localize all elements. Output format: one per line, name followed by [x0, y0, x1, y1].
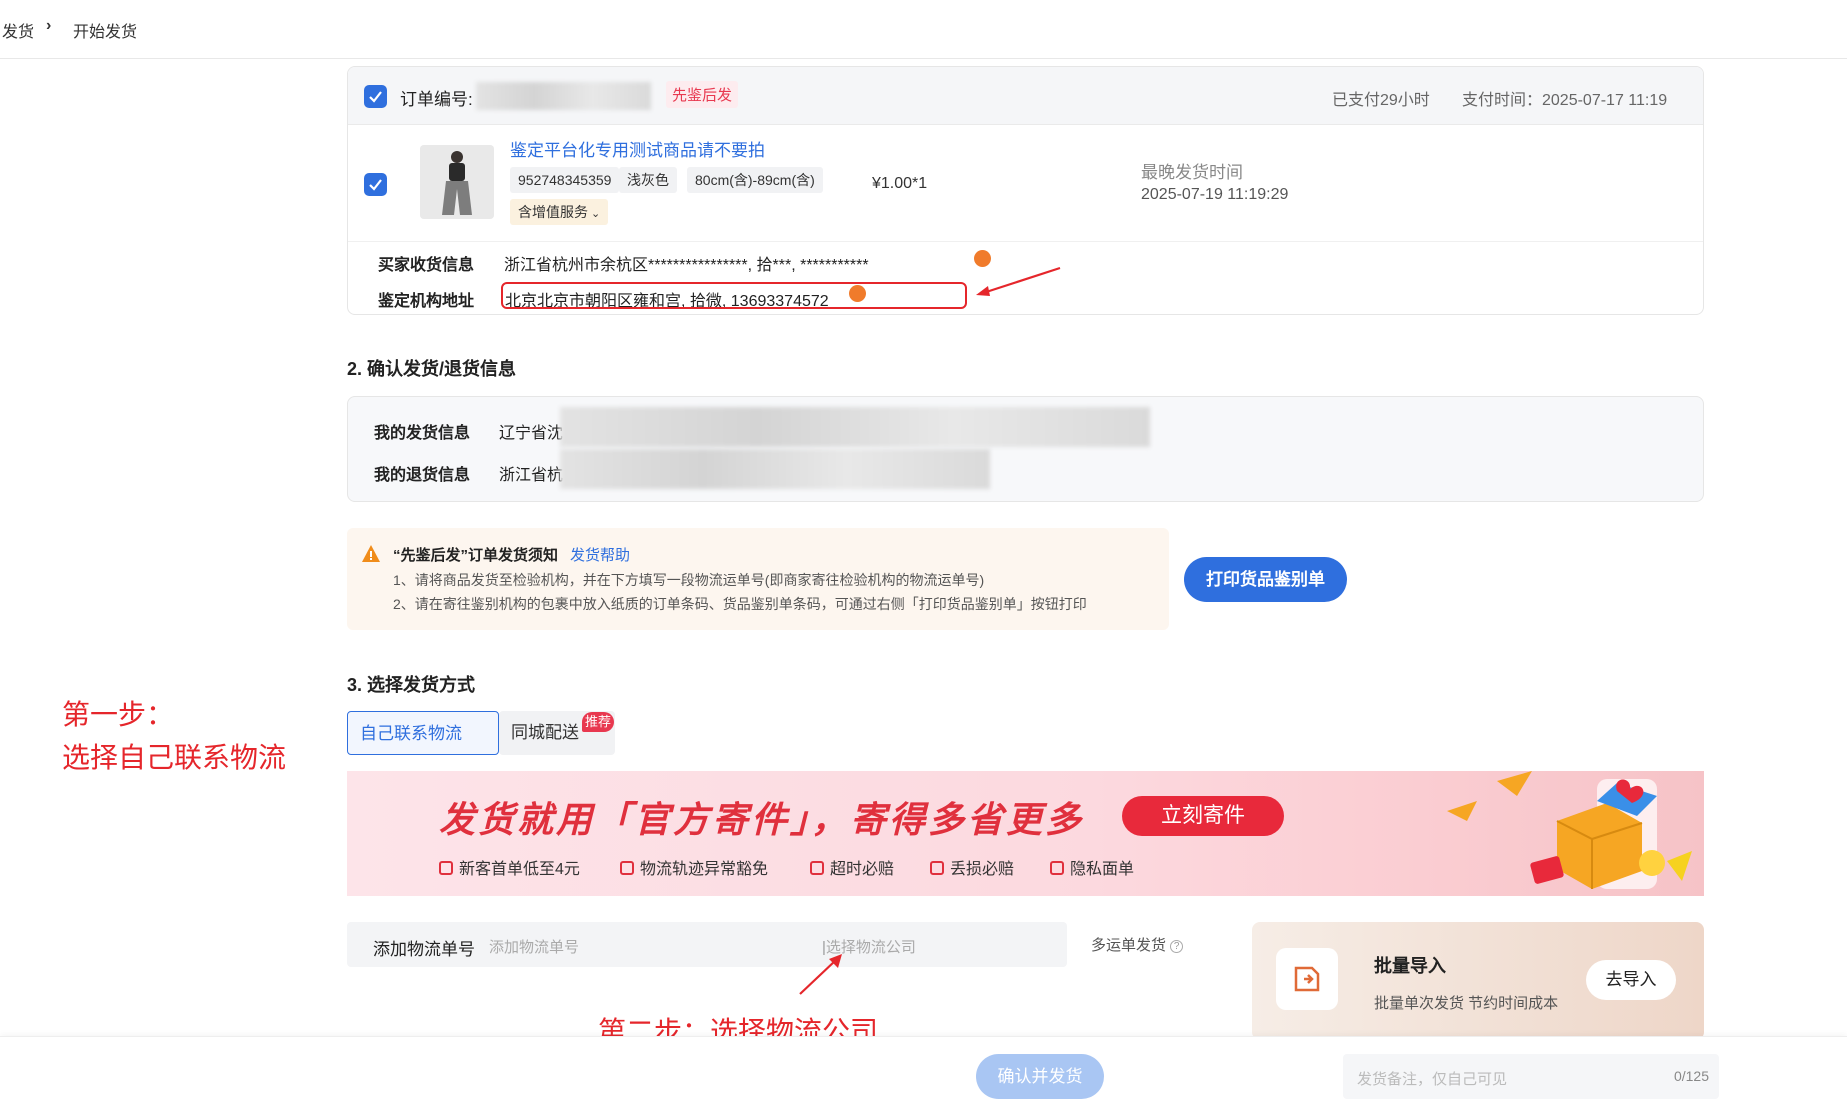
batch-import-icon [1276, 948, 1338, 1010]
package-illustration-icon [1447, 771, 1692, 889]
import-icon [1294, 966, 1320, 992]
help-circle-icon[interactable]: ? [1170, 940, 1184, 953]
annotation-arrow-icon [976, 266, 1061, 296]
confirm-ship-button[interactable]: 确认并发货 [976, 1054, 1104, 1099]
section3-title: 3. 选择发货方式 [347, 675, 476, 695]
breadcrumb: 发货 › 开始发货 [0, 0, 1847, 59]
value-added-label: 含增值服务 [518, 204, 588, 220]
perk-icon [930, 861, 944, 875]
ship-help-link[interactable]: 发货帮助 [570, 544, 630, 565]
paid-ago: 已支付29小时 [1332, 92, 1430, 109]
notice-box: “先鉴后发”订单发货须知 发货帮助 1、请将商品发货至检验机构，并在下方填写一段… [347, 528, 1169, 630]
official-shipping-banner[interactable]: 发货就用「官方寄件」，寄得多省更多 立刻寄件 新客首单低至4元 物流轨迹异常豁免… [347, 771, 1704, 896]
tracking-number-input[interactable]: 添加物流单号 [489, 936, 579, 957]
multi-waybill-toggle[interactable]: 多运单发货 ? [1091, 934, 1184, 955]
divider [348, 241, 1703, 242]
highlight-box [501, 282, 967, 309]
banner-title: 发货就用「官方寄件」，寄得多省更多 [439, 799, 1085, 840]
notice-line-1: 1、请将商品发货至检验机构，并在下方填写一段物流运单号(即商家寄往检验机构的物流… [393, 572, 985, 588]
breadcrumb-current: 开始发货 [73, 24, 138, 41]
tracking-label: 添加物流单号 [373, 940, 475, 959]
notice-line-2: 2、请在寄往鉴别机构的包裹中放入纸质的订单条码、货品鉴别单条码，可通过右侧「打印… [393, 596, 1087, 612]
ship-now-button[interactable]: 立刻寄件 [1122, 796, 1284, 836]
sku-id-tag: 952748345359 [510, 167, 620, 193]
print-appraisal-button[interactable]: 打印货品鉴别单 [1184, 557, 1347, 602]
pay-time: 支付时间：2025-07-17 11:19 [1462, 92, 1668, 109]
bell-icon [620, 861, 634, 875]
tab-self-logistics[interactable]: 自己联系物流 [347, 711, 499, 755]
footer-bar: 确认并发货 发货备注，仅自己可见 0/125 [0, 1036, 1847, 1116]
color-tag: 浅灰色 [619, 167, 677, 193]
product-checkbox[interactable] [364, 173, 387, 196]
chevron-right-icon: › [46, 17, 52, 34]
perk-icon [439, 861, 453, 875]
ship-info-label: 我的发货信息 [374, 425, 471, 442]
product-thumbnail [420, 145, 494, 219]
ship-info-value: 辽宁省沈 [499, 425, 564, 442]
buyer-address: 浙江省杭州市余杭区****************, 拾***, *******… [504, 257, 869, 274]
return-info-blurred [560, 449, 990, 489]
order-number-blurred [476, 82, 651, 110]
product-title-link[interactable]: 鉴定平台化专用测试商品请不要拍 [510, 136, 765, 161]
price-qty: ¥1.00*1 [872, 175, 928, 192]
perk-item: 超时必赔 [810, 855, 894, 879]
go-import-button[interactable]: 去导入 [1586, 960, 1676, 1000]
multi-waybill-label: 多运单发货 [1091, 937, 1167, 954]
ship-remark-input[interactable]: 发货备注，仅自己可见 0/125 [1343, 1054, 1719, 1099]
ship-info-blurred [560, 407, 1150, 447]
ship-info-card: 我的发货信息 辽宁省沈 我的退货信息 浙江省杭 [347, 396, 1704, 502]
remark-placeholder: 发货备注，仅自己可见 [1357, 1071, 1508, 1088]
perk-item: 物流轨迹异常豁免 [620, 855, 768, 879]
batch-import-title: 批量导入 [1374, 956, 1446, 976]
order-header: 订单编号: 先鉴后发 已支付29小时 支付时间：2025-07-17 11:19 [348, 67, 1703, 125]
perk-icon [1050, 861, 1064, 875]
product-image[interactable] [420, 145, 494, 219]
perk-item: 新客首单低至4元 [439, 855, 580, 879]
check-icon [369, 91, 382, 103]
value-added-dropdown[interactable]: 含增值服务 ⌄ [510, 199, 609, 225]
order-number-label: 订单编号: [400, 90, 473, 109]
order-checkbox[interactable] [364, 85, 387, 108]
step1-annotation-line2: 选择自己联系物流 [62, 742, 287, 773]
latest-ship-time: 2025-07-19 11:19:29 [1141, 186, 1289, 203]
perk-item: 隐私面单 [1050, 855, 1134, 879]
latest-ship-label: 最晚发货时间 [1141, 163, 1243, 182]
perk-icon [810, 861, 824, 875]
section2-title: 2. 确认发货/退货信息 [347, 359, 517, 379]
recommend-badge: 推荐 [582, 712, 614, 732]
tracking-bar: 添加物流单号 添加物流单号 |选择物流公司 [347, 922, 1067, 967]
return-info-value: 浙江省杭 [499, 467, 564, 484]
annotation-arrow-icon [799, 954, 842, 995]
check-icon [369, 179, 382, 191]
auth-address-label: 鉴定机构地址 [378, 293, 475, 310]
breadcrumb-parent[interactable]: 发货 [2, 18, 34, 42]
size-tag: 80cm(含)-89cm(含) [687, 167, 823, 193]
buyer-address-label: 买家收货信息 [378, 257, 475, 274]
perk-item: 丢损必赔 [930, 855, 1014, 879]
notice-title: “先鉴后发”订单发货须知 [393, 547, 559, 564]
batch-import-subtitle: 批量单次发货 节约时间成本 [1374, 995, 1559, 1012]
chevron-down-icon: ⌄ [591, 208, 601, 220]
remark-count: 0/125 [1673, 1068, 1709, 1084]
batch-import-card: 批量导入 批量单次发货 节约时间成本 去导入 [1252, 922, 1704, 1040]
order-tag: 先鉴后发 [666, 81, 739, 108]
return-info-label: 我的退货信息 [374, 467, 471, 484]
step1-annotation-line1: 第一步： [62, 699, 175, 730]
warning-icon [362, 545, 380, 562]
